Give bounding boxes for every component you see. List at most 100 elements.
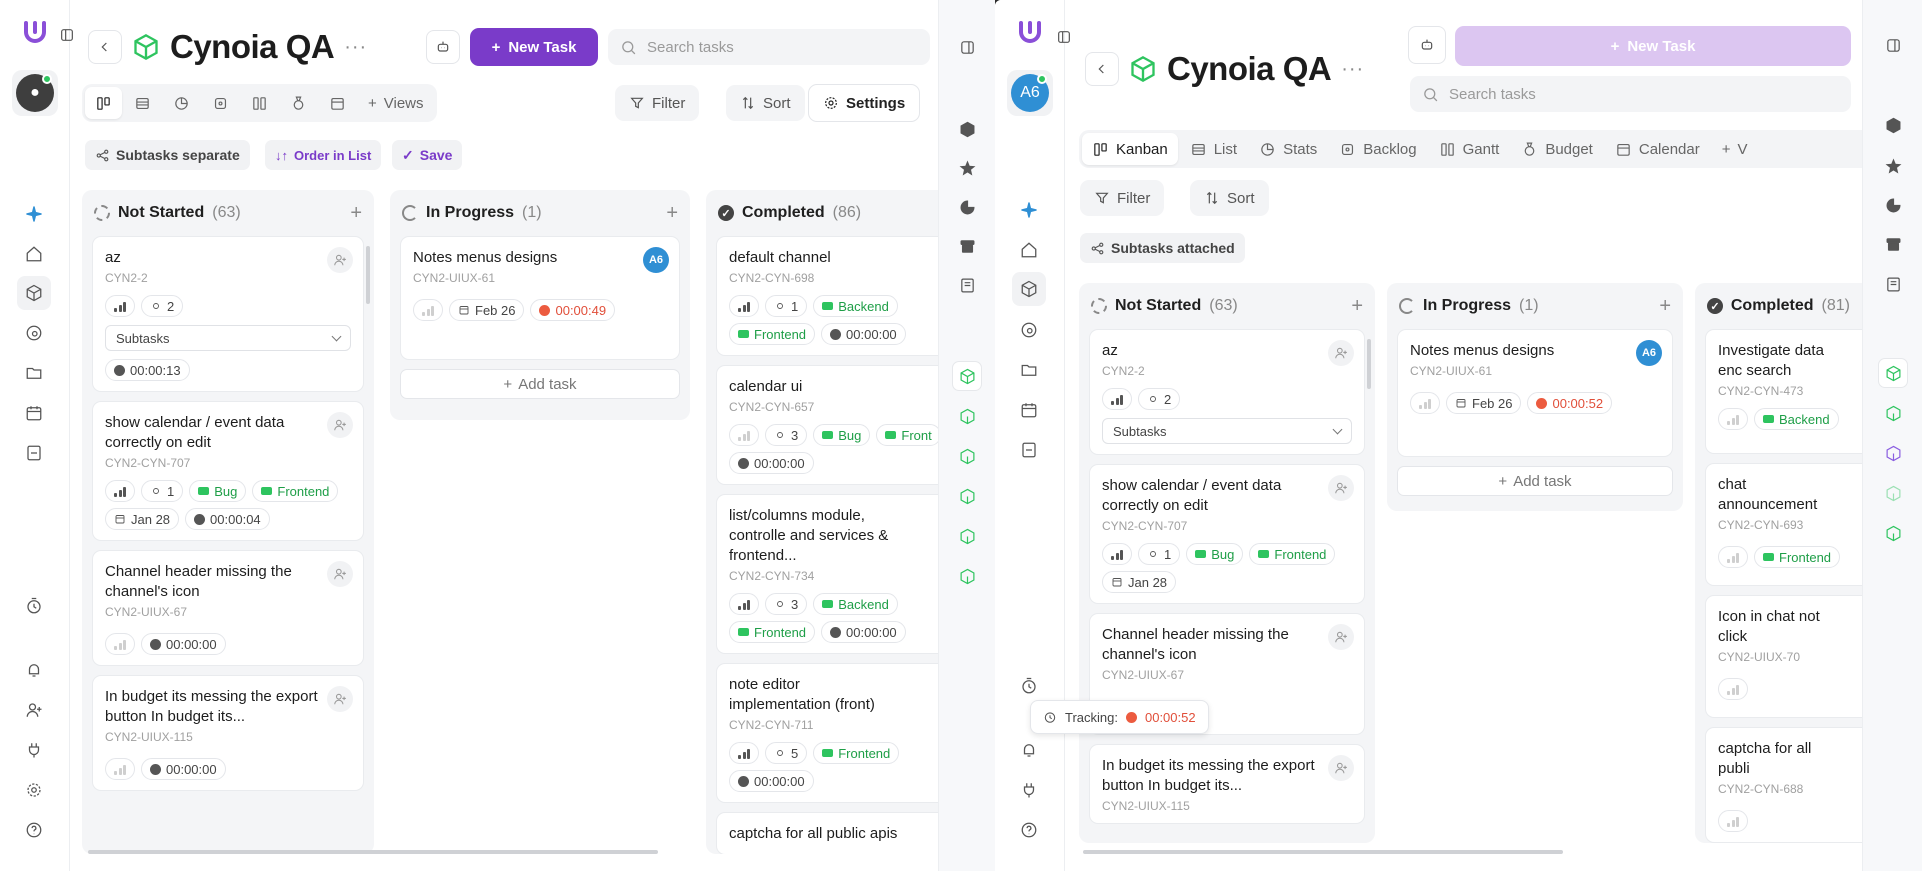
- task-card[interactable]: az CYN2-2 2 Subtasks: [1089, 329, 1365, 455]
- priority-pill[interactable]: [1718, 546, 1748, 568]
- subtasks-dropdown[interactable]: Subtasks: [105, 325, 351, 351]
- assignee-avatar[interactable]: A6: [1636, 340, 1662, 366]
- assignee-avatar[interactable]: A6: [643, 247, 669, 273]
- sort-button[interactable]: Sort: [1190, 180, 1269, 216]
- tab-list[interactable]: List: [1180, 133, 1247, 165]
- tag-frontend[interactable]: Frontend: [813, 742, 900, 764]
- panel-toggle-icon[interactable]: [956, 36, 978, 58]
- date-pill[interactable]: Feb 26: [1446, 392, 1522, 414]
- book-icon[interactable]: [1882, 273, 1904, 295]
- add-column-task-button[interactable]: +: [350, 202, 362, 225]
- plug-icon[interactable]: [22, 738, 46, 762]
- folder-icon[interactable]: [22, 361, 46, 385]
- task-card[interactable]: default channel CYN2-CYN-698 1 Backend F…: [716, 236, 938, 356]
- tab-budget[interactable]: Budget: [1511, 133, 1603, 165]
- priority-pill[interactable]: [105, 480, 135, 502]
- timer-pill[interactable]: 00:00:13: [105, 359, 190, 381]
- search-input[interactable]: Search tasks: [1410, 76, 1851, 112]
- tab-gantt[interactable]: [241, 87, 278, 119]
- panel-toggle-icon[interactable]: [1882, 34, 1904, 56]
- timer-pill[interactable]: 00:00:00: [821, 621, 906, 643]
- tag-frontend[interactable]: Frontend: [1249, 543, 1336, 565]
- projects-cube-icon[interactable]: [17, 276, 51, 310]
- notes-icon[interactable]: [1017, 438, 1041, 462]
- add-column-task-button[interactable]: +: [1659, 295, 1671, 318]
- sidebar-toggle-icon[interactable]: [1047, 20, 1081, 54]
- calendar-icon[interactable]: [22, 401, 46, 425]
- pie-chart-icon[interactable]: [956, 196, 978, 218]
- search-input[interactable]: Search tasks: [608, 29, 930, 65]
- chat-search-icon[interactable]: [1017, 318, 1041, 342]
- assign-user-icon[interactable]: [327, 561, 353, 587]
- calendar-icon[interactable]: [1017, 398, 1041, 422]
- task-card[interactable]: Investigate data enc search CYN2-CYN-473…: [1705, 329, 1862, 454]
- folder-icon[interactable]: [1017, 358, 1041, 382]
- timer-pill[interactable]: 00:00:00: [729, 452, 814, 474]
- back-button[interactable]: [88, 30, 122, 64]
- help-icon[interactable]: [22, 818, 46, 842]
- ai-assistant-button[interactable]: [426, 30, 460, 64]
- add-column-task-button[interactable]: +: [666, 202, 678, 225]
- priority-pill[interactable]: [1718, 810, 1748, 832]
- date-pill[interactable]: Jan 28: [105, 508, 180, 530]
- tab-backlog[interactable]: [202, 87, 239, 119]
- task-card[interactable]: note editor implementation (front) CYN2-…: [716, 663, 938, 803]
- projects-cube-icon[interactable]: [1012, 272, 1046, 306]
- tag-frontend[interactable]: Frontend: [252, 480, 339, 502]
- user-avatar[interactable]: A6: [1007, 70, 1053, 116]
- tab-calendar[interactable]: Calendar: [1605, 133, 1710, 165]
- board-horizontal-scrollbar[interactable]: [88, 850, 658, 854]
- tab-stats[interactable]: Stats: [1249, 133, 1327, 165]
- tag-frontend[interactable]: Frontend: [729, 621, 816, 643]
- date-pill[interactable]: Feb 26: [449, 299, 525, 321]
- help-icon[interactable]: [1017, 818, 1041, 842]
- timer-icon[interactable]: [1017, 674, 1041, 698]
- star-icon[interactable]: [1882, 155, 1904, 177]
- task-card[interactable]: Notes menus designs CYN2-UIUX-61 A6 Feb …: [1397, 329, 1673, 457]
- project-cube-icon[interactable]: [1882, 522, 1904, 544]
- plug-icon[interactable]: [1017, 778, 1041, 802]
- project-cube-icon[interactable]: [956, 525, 978, 547]
- app-logo[interactable]: [20, 16, 50, 46]
- column-scrollbar[interactable]: [1367, 339, 1371, 389]
- tag-bug[interactable]: Bug: [189, 480, 247, 502]
- bell-icon[interactable]: [22, 658, 46, 682]
- task-card[interactable]: calendar ui CYN2-CYN-657 3 Bug Front 00:…: [716, 365, 938, 485]
- task-card[interactable]: chat announcement CYN2-CYN-693 Frontend: [1705, 463, 1862, 586]
- task-card[interactable]: Notes menus designs CYN2-UIUX-61 A6 Feb …: [400, 236, 680, 360]
- assign-user-icon[interactable]: [327, 412, 353, 438]
- task-card[interactable]: captcha for all public apis: [716, 812, 938, 854]
- tab-calendar[interactable]: [319, 87, 356, 119]
- timer-pill[interactable]: 00:00:00: [141, 633, 226, 655]
- pie-chart-icon[interactable]: [1882, 194, 1904, 216]
- project-cube-icon[interactable]: [1882, 402, 1904, 424]
- more-options-button[interactable]: ···: [344, 36, 367, 59]
- timer-pill[interactable]: 00:00:49: [530, 299, 616, 321]
- timer-pill[interactable]: 00:00:00: [729, 770, 814, 792]
- priority-pill[interactable]: [729, 742, 759, 764]
- task-card[interactable]: Icon in chat not click CYN2-UIUX-70: [1705, 595, 1862, 718]
- tab-budget[interactable]: [280, 87, 317, 119]
- project-cube-icon[interactable]: [956, 565, 978, 587]
- date-pill[interactable]: Jan 28: [1102, 571, 1177, 593]
- subtask-count-pill[interactable]: 1: [765, 295, 808, 317]
- task-card[interactable]: In budget its messing the export button …: [1089, 744, 1365, 824]
- chat-search-icon[interactable]: [22, 321, 46, 345]
- timer-pill[interactable]: 00:00:52: [1527, 392, 1613, 414]
- priority-pill[interactable]: [1102, 388, 1132, 410]
- tab-backlog[interactable]: Backlog: [1329, 133, 1426, 165]
- sort-button[interactable]: Sort: [726, 85, 805, 121]
- timer-icon[interactable]: [22, 594, 46, 618]
- add-user-icon[interactable]: [22, 698, 46, 722]
- sparkle-icon[interactable]: [22, 202, 46, 226]
- board-horizontal-scrollbar[interactable]: [1083, 850, 1563, 854]
- cube-icon[interactable]: [1882, 114, 1904, 136]
- priority-pill[interactable]: [1718, 408, 1748, 430]
- ai-assistant-button[interactable]: [1408, 26, 1446, 64]
- subtask-count-pill[interactable]: 2: [141, 295, 184, 317]
- project-cube-icon[interactable]: [1882, 442, 1904, 464]
- assign-user-icon[interactable]: [327, 686, 353, 712]
- timer-pill[interactable]: 00:00:00: [821, 323, 906, 345]
- book-icon[interactable]: [956, 274, 978, 296]
- tag-bug[interactable]: Bug: [813, 424, 871, 446]
